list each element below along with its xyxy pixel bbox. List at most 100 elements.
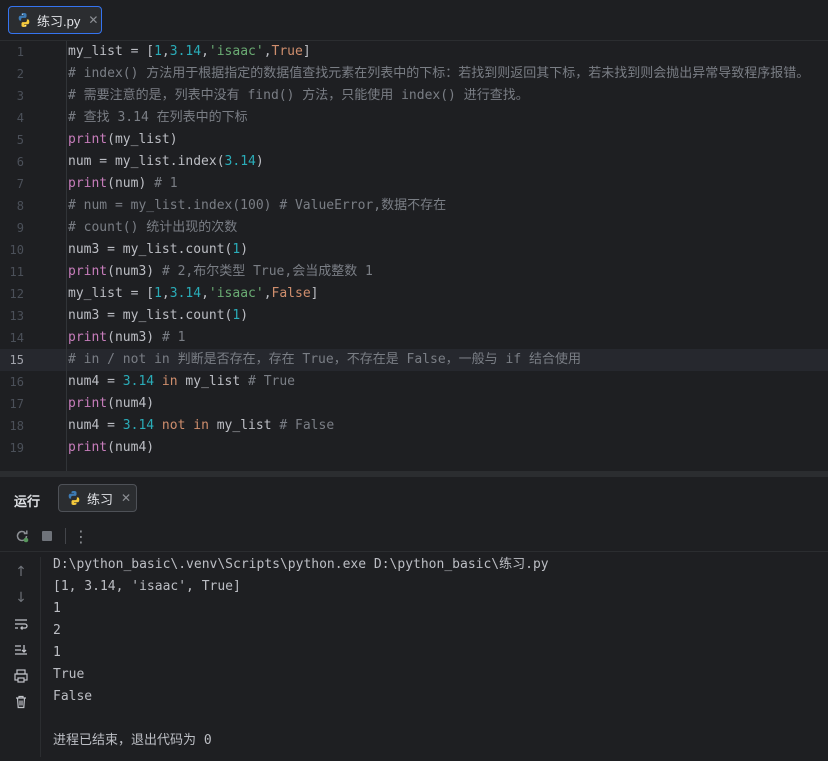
code-token: 'isaac' [208,44,264,59]
code-token: ] [310,286,319,301]
line-number[interactable]: 4 [0,107,24,129]
code-line[interactable]: 5 print(my_list) [0,129,828,151]
code-line[interactable]: 19 print(num4) [0,437,828,459]
python-file-icon [16,12,32,28]
code-token: 3.14 [169,286,202,301]
code-text: print(num3) # 2,布尔类型 True,会当成整数 1 [68,261,373,283]
line-number[interactable]: 8 [0,195,24,217]
code-token: 3.14 [169,44,202,59]
run-tab-label: 练习 [87,491,114,507]
code-token: num4 = [68,374,123,389]
editor-tab-label: 练习.py [37,13,81,29]
trash-icon[interactable] [12,693,30,711]
code-token: (num4) [107,440,155,455]
line-number[interactable]: 2 [0,63,24,85]
console-line: False [53,689,93,704]
line-number[interactable]: 6 [0,151,24,173]
code-text: # 查找 3.14 在列表中的下标 [68,107,248,129]
code-token: 1 [154,44,162,59]
scroll-to-end-icon[interactable] [12,641,30,659]
code-token: # False [279,418,335,433]
console-output[interactable]: D:\python_basic\.venv\Scripts\python.exe… [53,554,813,752]
code-line[interactable]: 6 num = my_list.index(3.14) [0,151,828,173]
console-line: [1, 3.14, 'isaac', True] [53,579,241,594]
line-number[interactable]: 18 [0,415,24,437]
line-number[interactable]: 10 [0,239,24,261]
code-line[interactable]: 12 my_list = [1,3.14,'isaac',False] [0,283,828,305]
close-icon[interactable]: ✕ [88,13,98,27]
soft-wrap-icon[interactable] [12,615,30,633]
code-token: my_list = [ [68,44,155,59]
code-token: num4 = [68,418,123,433]
indent-guide [66,41,67,471]
code-text: print(num4) [68,393,154,415]
code-line[interactable]: 11 print(num3) # 2,布尔类型 True,会当成整数 1 [0,261,828,283]
code-token: False [271,286,311,301]
code-token: ) [240,308,249,323]
console-line: D:\python_basic\.venv\Scripts\python.exe… [53,557,549,572]
code-token: ] [302,44,311,59]
code-token: ) [255,154,264,169]
code-token: 3.14 [122,418,155,433]
code-editor[interactable]: 1 my_list = [1,3.14,'isaac',True] 2 # index… [0,41,828,471]
code-line[interactable]: 9 # count() 统计出现的次数 [0,217,828,239]
line-number[interactable]: 12 [0,283,24,305]
line-number[interactable]: 5 [0,129,24,151]
line-number[interactable]: 3 [0,85,24,107]
arrow-up-icon[interactable]: ↑ [12,563,30,581]
code-line[interactable]: 7 print(num) # 1 [0,173,828,195]
line-number[interactable]: 16 [0,371,24,393]
code-token: ) [240,242,249,257]
line-number[interactable]: 14 [0,327,24,349]
rerun-icon[interactable] [13,527,31,545]
code-token: not in [154,418,217,433]
line-number[interactable]: 13 [0,305,24,327]
code-text: num3 = my_list.count(1) [68,305,248,327]
code-line[interactable]: 8 # num = my_list.index(100) # ValueError… [0,195,828,217]
code-line[interactable]: 3 # 需要注意的是，列表中没有 find() 方法，只能使用 index() 进… [0,85,828,107]
arrow-down-icon[interactable]: ↓ [12,589,30,607]
code-line[interactable]: 15 # in / not in 判断是否存在，存在 True，不存在是 Fals… [0,349,828,371]
code-token: print [68,264,108,279]
code-line[interactable]: 1 my_list = [1,3.14,'isaac',True] [0,41,828,63]
line-number[interactable]: 19 [0,437,24,459]
run-config-tab[interactable]: 练习 ✕ [58,484,137,512]
code-token: my_list [216,418,280,433]
code-token: 'isaac' [208,286,264,301]
code-token: print [68,132,108,147]
code-text: print(num) # 1 [68,173,178,195]
run-toolbar: ⋮ [0,521,828,552]
code-line[interactable]: 14 print(num3) # 1 [0,327,828,349]
code-line[interactable]: 18 num4 = 3.14 not in my_list # False [0,415,828,437]
code-token: print [68,330,108,345]
code-token: (num4) [107,396,155,411]
code-token: # 1 [161,330,186,345]
close-icon[interactable]: ✕ [121,491,131,505]
stop-icon[interactable] [38,527,56,545]
line-number[interactable]: 1 [0,41,24,63]
code-token: (my_list) [107,132,178,147]
more-options-icon[interactable]: ⋮ [72,527,90,546]
code-line[interactable]: 2 # index() 方法用于根据指定的数据值查找元素在列表中的下标：若找到则返… [0,63,828,85]
line-number[interactable]: 7 [0,173,24,195]
console-line: True [53,667,85,682]
code-line[interactable]: 17 print(num4) [0,393,828,415]
code-text: num4 = 3.14 not in my_list # False [68,415,334,437]
code-line[interactable]: 13 num3 = my_list.count(1) [0,305,828,327]
editor-file-tab[interactable]: 练习.py ✕ [8,6,102,34]
code-line[interactable]: 16 num4 = 3.14 in my_list # True [0,371,828,393]
code-token: , [263,44,272,59]
code-text: # 需要注意的是，列表中没有 find() 方法，只能使用 index() 进行… [68,85,529,107]
line-number[interactable]: 9 [0,217,24,239]
line-number[interactable]: 17 [0,393,24,415]
code-token: , [263,286,272,301]
code-token: 3.14 [224,154,256,169]
code-token: in [154,374,186,389]
code-line[interactable]: 4 # 查找 3.14 在列表中的下标 [0,107,828,129]
line-number[interactable]: 15 [0,349,24,371]
code-line[interactable]: 10 num3 = my_list.count(1) [0,239,828,261]
line-number[interactable]: 11 [0,261,24,283]
print-icon[interactable] [12,667,30,685]
code-token: num3 = my_list.count( [68,308,233,323]
run-panel-title[interactable]: 运行 [14,491,40,510]
